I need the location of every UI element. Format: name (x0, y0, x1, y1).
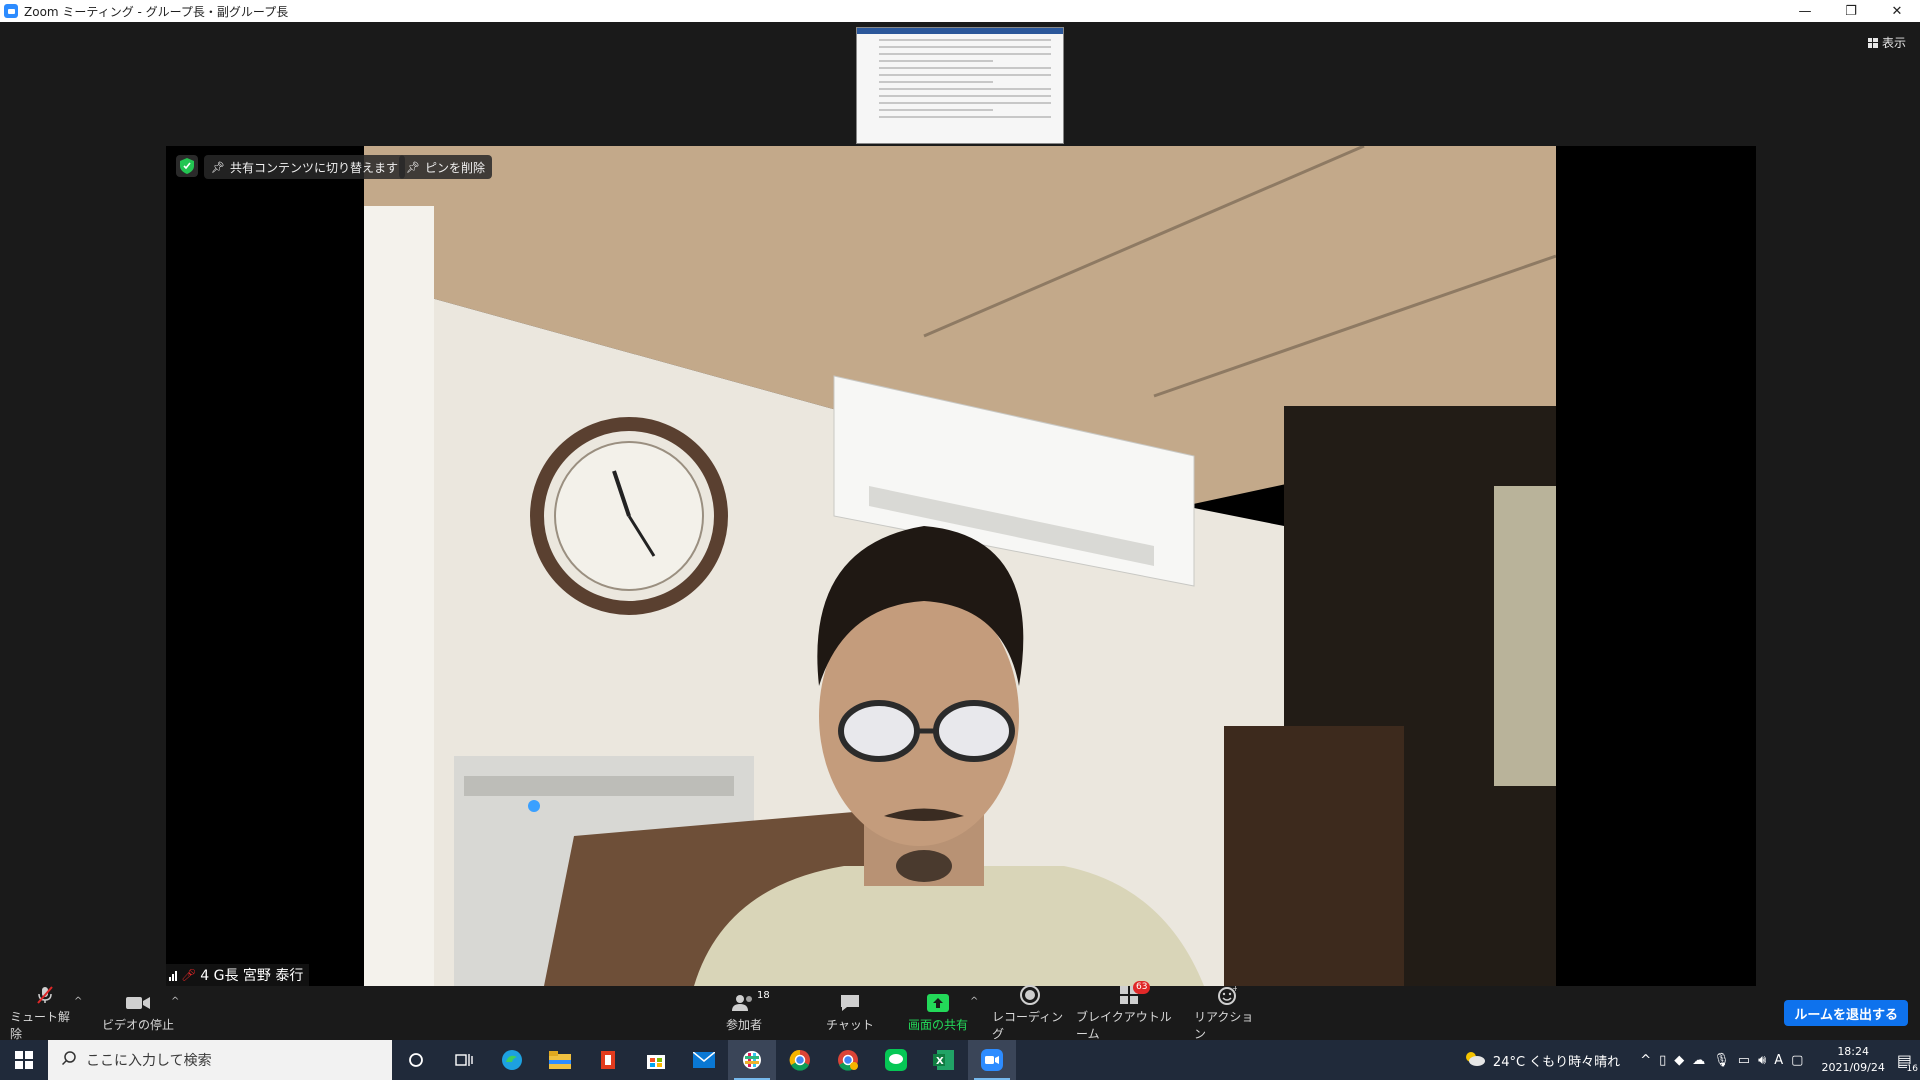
breakout-rooms-button[interactable]: 63 ブレイクアウトルーム (1076, 980, 1182, 1041)
switch-to-shared-content-button[interactable]: 📌︎ 共有コンテンツに切り替えます (204, 155, 405, 179)
unmute-button[interactable]: ミュート解除 (10, 985, 80, 1041)
device-icon[interactable]: ▯ (1659, 1053, 1666, 1068)
shared-content-thumbnail[interactable] (856, 27, 1064, 144)
taskbar-search-box[interactable]: ここに入力して検索 (48, 1040, 392, 1080)
switch-to-shared-label: 共有コンテンツに切り替えます (229, 160, 398, 175)
svg-text:+: + (1232, 985, 1237, 993)
zoom-app-icon (4, 4, 18, 18)
pin-icon: 📌︎ (406, 160, 420, 174)
audio-options-caret[interactable]: ^ (74, 996, 82, 1007)
input-method-icon[interactable]: ▢ (1791, 1053, 1803, 1068)
smiley-icon: + (1217, 985, 1237, 1005)
participant-video-feed (364, 146, 1556, 986)
participants-icon: 18 (731, 990, 770, 1013)
zoom-icon[interactable] (968, 1040, 1016, 1080)
notification-center-icon[interactable]: ▤ 16 (1897, 1051, 1918, 1074)
pin-icon: 📌︎ (211, 160, 225, 174)
mail-icon[interactable] (680, 1040, 728, 1080)
chat-bubble-icon (839, 993, 861, 1013)
share-screen-label: 画面の共有 (907, 1018, 968, 1032)
chat-label: チャット (826, 1018, 874, 1032)
reactions-label: リアクション (1194, 1009, 1254, 1041)
active-speaker-video[interactable]: 📌︎ 共有コンテンツに切り替えます 📌︎ ピンを削除 🎤︎ 4 G長 宮野 泰行 (166, 146, 1756, 986)
video-options-caret[interactable]: ^ (171, 996, 179, 1007)
clock-date: 2021/09/24 (1821, 1061, 1885, 1074)
grid-view-icon (1867, 37, 1878, 48)
chat-button[interactable]: チャット (820, 986, 880, 1040)
remove-pin-label: ピンを削除 (424, 160, 485, 175)
system-tray: 24°C くもり時々晴れ ^ ▯ ◆ ☁ 🎙︎ ▭ 🔊︎ A ▢ 18:24 2… (1463, 1040, 1920, 1080)
taskbar-clock[interactable]: 18:24 2021/09/24 (1821, 1044, 1884, 1076)
participants-count: 18 (757, 990, 770, 1001)
breakout-rooms-icon: 63 (1119, 980, 1151, 1005)
dropbox-icon[interactable]: ◆ (1674, 1053, 1684, 1068)
minimize-button[interactable]: — (1782, 0, 1828, 22)
participant-name-tag: 🎤︎ 4 G長 宮野 泰行 (166, 964, 310, 986)
video-camera-icon (126, 993, 150, 1013)
share-screen-button[interactable]: 画面の共有 (902, 986, 974, 1040)
line-icon[interactable] (872, 1040, 920, 1080)
view-button[interactable]: 表示 (1867, 34, 1906, 51)
clock-time: 18:24 (1837, 1045, 1870, 1058)
recording-label: レコーディング (992, 1009, 1064, 1041)
leave-room-button[interactable]: ルームを退出する (1784, 1000, 1908, 1026)
store-icon[interactable] (632, 1040, 680, 1080)
breakout-rooms-badge: 63 (1133, 980, 1151, 994)
view-label: 表示 (1881, 36, 1906, 50)
share-screen-icon (927, 993, 949, 1013)
stop-video-button[interactable]: ビデオの停止 (100, 986, 176, 1040)
window-titlebar: Zoom ミーティング - グループ長・副グループ長 — ❐ ✕ (0, 0, 1920, 22)
chevron-up-icon[interactable]: ^ (1640, 1053, 1651, 1068)
muted-mic-icon: 🎤︎ (181, 968, 197, 982)
weather-icon[interactable] (1463, 1050, 1485, 1070)
windows-taskbar: ここに入力して検索 X 24°C くもり時々晴れ ^ ▯ ◆ ☁ 🎙︎ ▭ 🔊︎… (0, 1040, 1920, 1080)
ime-indicator[interactable]: A (1774, 1053, 1783, 1068)
office-icon[interactable] (584, 1040, 632, 1080)
recording-button[interactable]: レコーディング (992, 984, 1068, 1041)
reactions-button[interactable]: + リアクション (1194, 985, 1260, 1041)
excel-icon[interactable]: X (920, 1040, 968, 1080)
network-icon[interactable]: ▭ (1738, 1053, 1750, 1068)
restore-button[interactable]: ❐ (1828, 0, 1874, 22)
microphone-icon[interactable]: 🎙︎ (1713, 1053, 1730, 1068)
cortana-icon[interactable] (392, 1040, 440, 1080)
meeting-area: 表示 📌︎ 共有コンテンツに切り替えます 📌︎ ピンを削除 🎤︎ 4 G長 宮野… (0, 22, 1920, 986)
file-explorer-icon[interactable] (536, 1040, 584, 1080)
search-icon (61, 1051, 76, 1069)
chrome-profile-icon[interactable] (824, 1040, 872, 1080)
volume-icon[interactable]: 🔊︎ (1758, 1053, 1766, 1068)
window-controls: — ❐ ✕ (1782, 0, 1920, 22)
notification-count: 16 (1906, 1063, 1918, 1074)
muted-mic-icon (35, 985, 55, 1005)
unmute-label: ミュート解除 (10, 1009, 71, 1041)
close-button[interactable]: ✕ (1874, 0, 1920, 22)
record-icon (1020, 984, 1040, 1005)
search-placeholder: ここに入力して検索 (86, 1053, 212, 1069)
share-options-caret[interactable]: ^ (970, 996, 978, 1007)
participants-label: 参加者 (725, 1018, 762, 1032)
signal-strength-icon (169, 970, 177, 981)
slack-icon[interactable] (728, 1040, 776, 1080)
chrome-icon[interactable] (776, 1040, 824, 1080)
svg-text:X: X (936, 1056, 944, 1067)
task-view-icon[interactable] (440, 1040, 488, 1080)
windows-logo-icon (15, 1051, 33, 1069)
edge-icon[interactable] (488, 1040, 536, 1080)
window-title: Zoom ミーティング - グループ長・副グループ長 (24, 4, 289, 19)
remove-pin-button[interactable]: 📌︎ ピンを削除 (399, 155, 492, 179)
participants-button[interactable]: 18 参加者 (714, 986, 774, 1040)
onedrive-icon[interactable]: ☁ (1692, 1053, 1705, 1068)
stop-video-label: ビデオの停止 (101, 1018, 174, 1032)
meeting-toolbar: ミュート解除 ^ ビデオの停止 ^ 18 参加者 チャット 画面の共有 ^ レコ… (0, 980, 1920, 1041)
encryption-shield-icon[interactable] (176, 155, 198, 177)
weather-text[interactable]: 24°C くもり時々晴れ (1493, 1051, 1620, 1070)
breakout-rooms-label: ブレイクアウトルーム (1076, 1009, 1172, 1041)
start-button[interactable] (0, 1040, 48, 1080)
participant-name: 4 G長 宮野 泰行 (200, 968, 304, 984)
